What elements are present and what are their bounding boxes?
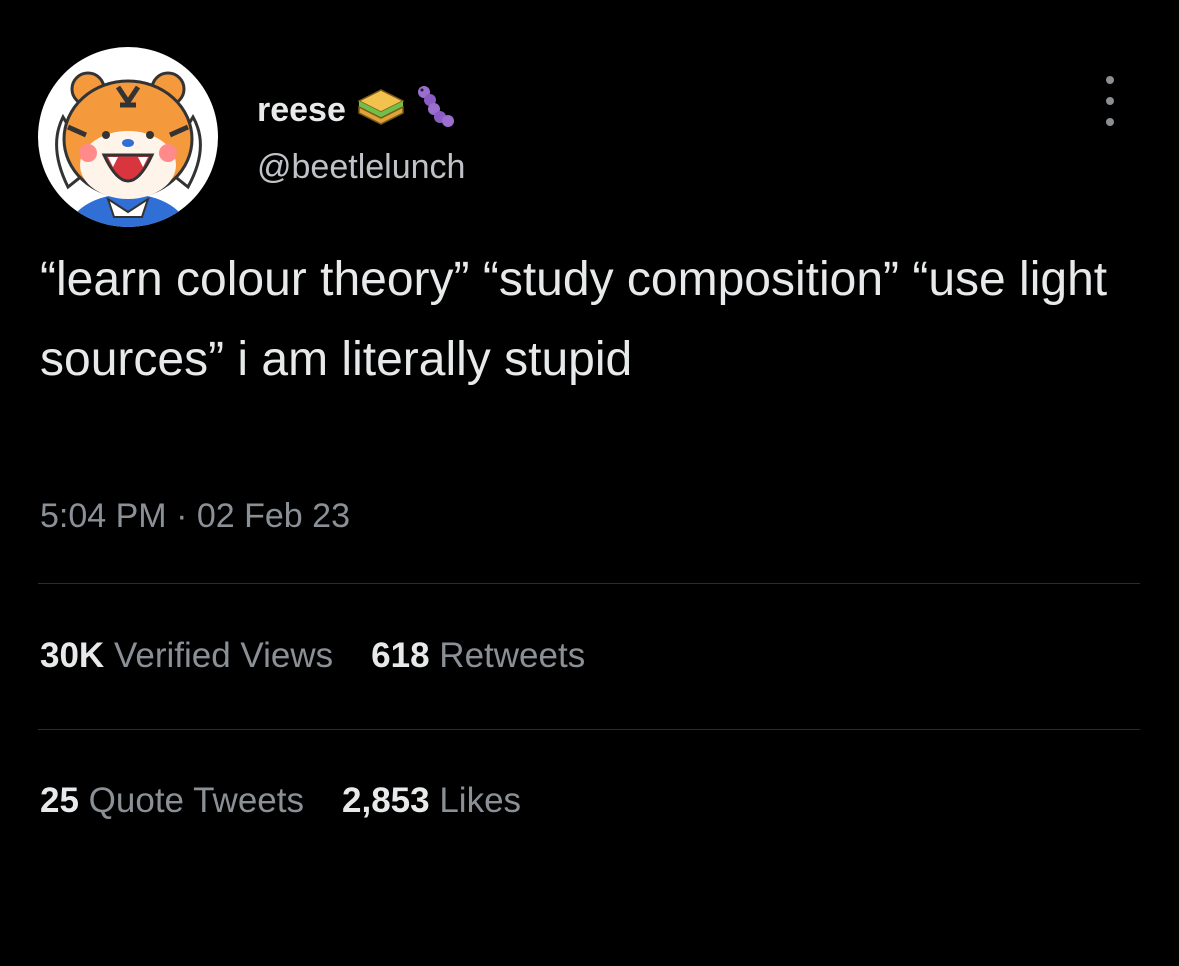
likes-count: 2,853 (342, 781, 430, 820)
stats-row-views: 30K Verified Views 618 Retweets (40, 636, 585, 676)
more-options-button[interactable] (1098, 76, 1122, 126)
avatar[interactable] (38, 47, 218, 227)
sandwich-icon (356, 87, 406, 134)
likes-stat[interactable]: 2,853 Likes (342, 781, 521, 821)
tweet-text: “learn colour theory” “study composition… (40, 253, 1108, 386)
quote-tweets-stat[interactable]: 25 Quote Tweets (40, 781, 304, 821)
retweets-stat[interactable]: 618 Retweets (371, 636, 585, 676)
divider (38, 583, 1140, 584)
views-label: Verified Views (113, 636, 334, 675)
tweet-time: 5:04 PM (40, 497, 167, 535)
more-dot-icon (1106, 76, 1114, 84)
display-name-row[interactable]: reese (257, 84, 456, 137)
tiger-avatar-icon (38, 47, 218, 227)
stats-row-engagement: 25 Quote Tweets 2,853 Likes (40, 781, 521, 821)
tweet-date: 02 Feb 23 (196, 497, 350, 535)
views-stat: 30K Verified Views (40, 636, 333, 676)
retweets-count: 618 (371, 636, 430, 675)
quote-tweets-label: Quote Tweets (88, 781, 304, 820)
divider (38, 729, 1140, 730)
retweets-label: Retweets (439, 636, 586, 675)
more-dot-icon (1106, 97, 1114, 105)
views-count: 30K (40, 636, 105, 675)
caterpillar-icon (416, 84, 456, 137)
likes-label: Likes (439, 781, 522, 820)
tweet-timestamp[interactable]: 5:04 PM · 02 Feb 23 (40, 497, 350, 536)
display-name[interactable]: reese (257, 91, 346, 130)
quote-tweets-count: 25 (40, 781, 79, 820)
timestamp-separator: · (176, 497, 188, 535)
more-dot-icon (1106, 118, 1114, 126)
user-handle[interactable]: @beetlelunch (257, 148, 465, 187)
